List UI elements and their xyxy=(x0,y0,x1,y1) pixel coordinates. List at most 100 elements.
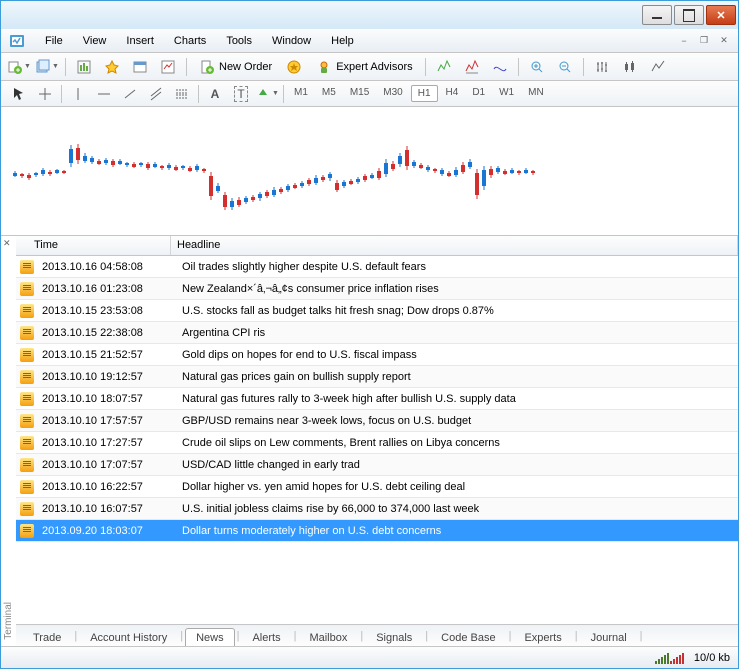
zoom-out-button[interactable] xyxy=(553,56,577,78)
candle xyxy=(153,116,157,226)
terminal-tabs: Trade|Account History|News|Alerts|Mailbo… xyxy=(16,624,738,646)
menu-charts[interactable]: Charts xyxy=(164,32,216,50)
terminal-panel: ✕ Terminal Time Headline 2013.10.16 04:5… xyxy=(1,235,738,646)
timeframe-m1[interactable]: M1 xyxy=(288,85,314,102)
indicator-button-1[interactable] xyxy=(432,56,456,78)
candle xyxy=(118,116,122,226)
trendline-button[interactable] xyxy=(118,83,142,105)
close-terminal-button[interactable]: ✕ xyxy=(3,238,13,248)
text-button[interactable]: A xyxy=(203,83,227,105)
terminal-button[interactable] xyxy=(128,56,152,78)
news-row[interactable]: 2013.10.10 16:22:57Dollar higher vs. yen… xyxy=(16,476,738,498)
chart-area[interactable] xyxy=(1,107,738,235)
new-chart-button[interactable]: ▼ xyxy=(7,56,31,78)
news-row[interactable]: 2013.10.10 17:27:57Crude oil slips on Le… xyxy=(16,432,738,454)
window-close-button[interactable] xyxy=(706,5,736,25)
candle xyxy=(167,116,171,226)
news-row[interactable]: 2013.10.15 23:53:08U.S. stocks fall as b… xyxy=(16,300,738,322)
candle xyxy=(370,116,374,226)
news-row[interactable]: 2013.10.10 17:57:57GBP/USD remains near … xyxy=(16,410,738,432)
news-icon xyxy=(20,502,34,516)
indicator-button-2[interactable] xyxy=(460,56,484,78)
expert-advisors-button[interactable]: Expert Advisors xyxy=(310,57,418,77)
crosshair-button[interactable] xyxy=(33,83,57,105)
menu-help[interactable]: Help xyxy=(321,32,364,50)
mdi-minimize-button[interactable]: − xyxy=(674,33,694,49)
zoom-in-button[interactable] xyxy=(525,56,549,78)
tab-account-history[interactable]: Account History xyxy=(79,628,178,646)
window-minimize-button[interactable] xyxy=(642,5,672,25)
tab-experts[interactable]: Experts xyxy=(513,628,572,646)
chart-candles-button[interactable] xyxy=(618,56,642,78)
candle xyxy=(314,116,318,226)
candle xyxy=(265,116,269,226)
candle xyxy=(363,116,367,226)
candle xyxy=(34,116,38,226)
news-icon xyxy=(20,436,34,450)
mdi-close-button[interactable]: ✕ xyxy=(714,33,734,49)
tester-button[interactable] xyxy=(156,56,180,78)
news-row[interactable]: 2013.10.16 04:58:08Oil trades slightly h… xyxy=(16,256,738,278)
candle xyxy=(503,116,507,226)
timeframe-m5[interactable]: M5 xyxy=(316,85,342,102)
column-time[interactable]: Time xyxy=(16,236,171,255)
timeframe-w1[interactable]: W1 xyxy=(493,85,520,102)
timeframe-m15[interactable]: M15 xyxy=(344,85,375,102)
tab-code-base[interactable]: Code Base xyxy=(430,628,506,646)
vertical-line-button[interactable] xyxy=(66,83,90,105)
indicator-button-3[interactable] xyxy=(488,56,512,78)
timeframe-d1[interactable]: D1 xyxy=(466,85,491,102)
chart-line-button[interactable] xyxy=(646,56,670,78)
metaquotes-button[interactable] xyxy=(282,56,306,78)
candle xyxy=(111,116,115,226)
news-header: Time Headline xyxy=(16,236,738,256)
cursor-button[interactable] xyxy=(7,83,31,105)
menu-view[interactable]: View xyxy=(73,32,117,50)
news-row[interactable]: 2013.10.15 22:38:08Argentina CPI ris xyxy=(16,322,738,344)
news-headline: Gold dips on hopes for end to U.S. fisca… xyxy=(176,349,738,361)
tab-signals[interactable]: Signals xyxy=(365,628,423,646)
news-row[interactable]: 2013.10.10 18:07:57Natural gas futures r… xyxy=(16,388,738,410)
news-row[interactable]: 2013.10.10 17:07:57USD/CAD little change… xyxy=(16,454,738,476)
column-headline[interactable]: Headline xyxy=(171,236,738,255)
market-watch-button[interactable] xyxy=(72,56,96,78)
candle xyxy=(489,116,493,226)
news-icon xyxy=(20,304,34,318)
tab-journal[interactable]: Journal xyxy=(580,628,638,646)
menu-tools[interactable]: Tools xyxy=(216,32,262,50)
news-time: 2013.10.10 16:07:57 xyxy=(38,503,176,515)
tab-news[interactable]: News xyxy=(185,628,235,646)
arrows-button[interactable]: ▼ xyxy=(255,83,279,105)
text-label-button[interactable]: T xyxy=(229,83,253,105)
timeframe-h1[interactable]: H1 xyxy=(411,85,438,102)
menu-file[interactable]: File xyxy=(35,32,73,50)
news-row[interactable]: 2013.10.16 01:23:08New Zealand×´â‚¬â„¢s … xyxy=(16,278,738,300)
news-row[interactable]: 2013.10.10 19:12:57Natural gas prices ga… xyxy=(16,366,738,388)
menu-insert[interactable]: Insert xyxy=(116,32,164,50)
timeframe-mn[interactable]: MN xyxy=(522,85,550,102)
candle xyxy=(237,116,241,226)
chart-bars-button[interactable] xyxy=(590,56,614,78)
news-row[interactable]: 2013.09.20 18:03:07Dollar turns moderate… xyxy=(16,520,738,542)
new-order-button[interactable]: New Order xyxy=(193,57,278,77)
news-headline: Natural gas prices gain on bullish suppl… xyxy=(176,371,738,383)
horizontal-line-button[interactable] xyxy=(92,83,116,105)
candle xyxy=(69,116,73,226)
news-icon xyxy=(20,524,34,538)
mdi-restore-button[interactable]: ❐ xyxy=(694,33,714,49)
news-time: 2013.10.15 21:52:57 xyxy=(38,349,176,361)
tab-alerts[interactable]: Alerts xyxy=(241,628,291,646)
window-maximize-button[interactable] xyxy=(674,5,704,25)
menu-window[interactable]: Window xyxy=(262,32,321,50)
news-row[interactable]: 2013.10.10 16:07:57U.S. initial jobless … xyxy=(16,498,738,520)
tab-trade[interactable]: Trade xyxy=(22,628,72,646)
channel-button[interactable] xyxy=(144,83,168,105)
navigator-button[interactable] xyxy=(100,56,124,78)
news-row[interactable]: 2013.10.15 21:52:57Gold dips on hopes fo… xyxy=(16,344,738,366)
profiles-button[interactable]: ▼ xyxy=(35,56,59,78)
tab-mailbox[interactable]: Mailbox xyxy=(298,628,358,646)
timeframe-m30[interactable]: M30 xyxy=(377,85,408,102)
fibonacci-button[interactable] xyxy=(170,83,194,105)
new-order-label: New Order xyxy=(219,61,272,73)
timeframe-h4[interactable]: H4 xyxy=(440,85,465,102)
